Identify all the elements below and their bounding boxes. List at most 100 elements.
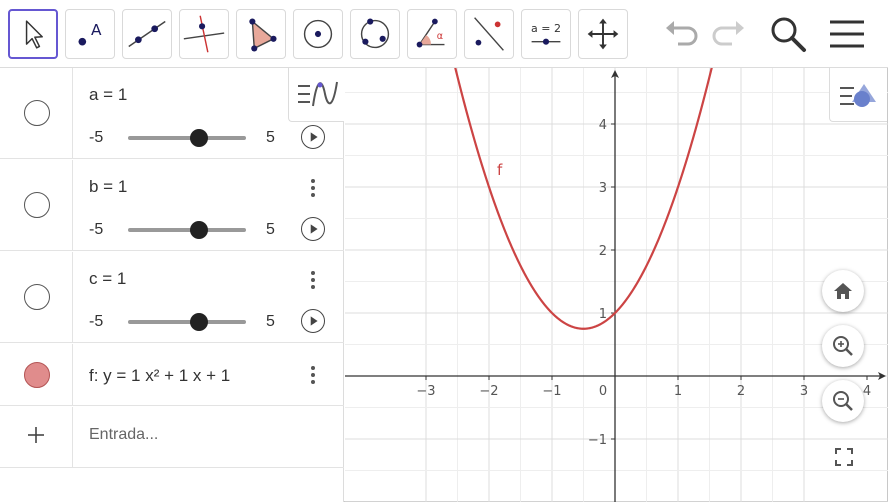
x-tick-label: −1 bbox=[542, 384, 561, 399]
polygon-tool-button[interactable] bbox=[236, 9, 286, 59]
perpendicular-icon bbox=[183, 15, 225, 53]
slider-thumb-c[interactable] bbox=[189, 313, 208, 331]
cursor-arrow-icon bbox=[25, 20, 43, 49]
visibility-toggle-b[interactable] bbox=[24, 192, 50, 218]
zoom-out-icon bbox=[833, 391, 853, 411]
move-arrows-icon bbox=[587, 18, 619, 50]
visibility-toggle-c[interactable] bbox=[24, 284, 50, 310]
x-tick-label: −3 bbox=[416, 384, 435, 399]
more-options-f[interactable] bbox=[304, 363, 322, 387]
reflect-tool-button[interactable] bbox=[464, 9, 514, 59]
more-options-b[interactable] bbox=[304, 176, 322, 200]
play-icon bbox=[310, 316, 318, 326]
home-icon bbox=[834, 283, 852, 299]
x-tick-label: 4 bbox=[863, 384, 871, 399]
slider-track-c[interactable] bbox=[128, 313, 246, 331]
home-button[interactable] bbox=[822, 270, 864, 312]
marker-column bbox=[0, 68, 73, 158]
svg-text:A: A bbox=[91, 21, 102, 39]
more-options-c[interactable] bbox=[304, 268, 322, 292]
play-button-c[interactable] bbox=[301, 309, 325, 333]
algebra-row-b[interactable]: b = 1 -5 5 bbox=[0, 160, 344, 251]
graphics-canvas[interactable]: −3 −2 −1 0 1 2 3 44321−1 f bbox=[345, 68, 888, 502]
slider-min-label: -5 bbox=[89, 221, 104, 238]
algebra-row-c[interactable]: c = 1 -5 5 bbox=[0, 252, 344, 343]
undo-button[interactable] bbox=[660, 12, 704, 56]
plus-icon[interactable] bbox=[26, 425, 46, 445]
move-graphics-tool-button[interactable] bbox=[578, 9, 628, 59]
marker-column bbox=[0, 344, 73, 405]
redo-icon bbox=[712, 21, 744, 46]
function-label[interactable]: f bbox=[497, 161, 503, 179]
zoom-out-button[interactable] bbox=[822, 380, 864, 422]
algebra-view: a = 1 -5 5 b = 1 -5 5 c = 1 -5 5 f: y = … bbox=[0, 68, 344, 502]
slider-definition[interactable]: b = 1 bbox=[89, 177, 127, 197]
point-icon: A bbox=[78, 21, 102, 46]
algebra-input-field[interactable]: Entrada... bbox=[89, 426, 158, 444]
zoom-in-button[interactable] bbox=[822, 325, 864, 367]
redo-button[interactable] bbox=[706, 12, 750, 56]
toolbar: A α a = 2 bbox=[0, 0, 888, 68]
slider-max-label: 5 bbox=[266, 129, 275, 146]
slider-min-label: -5 bbox=[89, 313, 104, 330]
algebra-view-toggle-button[interactable] bbox=[288, 68, 344, 122]
graphics-style-icon bbox=[840, 84, 876, 107]
undo-icon bbox=[666, 21, 698, 46]
search-icon bbox=[771, 17, 806, 52]
fullscreen-button[interactable] bbox=[824, 437, 864, 477]
visibility-toggle-f[interactable] bbox=[24, 362, 50, 388]
algebra-row-function[interactable]: f: y = 1 x² + 1 x + 1 bbox=[0, 344, 344, 406]
fullscreen-icon bbox=[835, 448, 853, 466]
circle-icon bbox=[303, 19, 333, 49]
tick-labels: −3 −2 −1 0 1 2 3 44321−1 bbox=[416, 118, 871, 448]
slider-thumb-a[interactable] bbox=[189, 129, 208, 147]
graphics-style-toggle-button[interactable] bbox=[829, 68, 887, 122]
point-tool-button[interactable]: A bbox=[65, 9, 115, 59]
y-tick-label: −1 bbox=[588, 433, 607, 448]
circle-center-point-tool-button[interactable] bbox=[293, 9, 343, 59]
x-tick-label: 1 bbox=[674, 384, 682, 399]
angle-icon: α bbox=[416, 18, 445, 48]
algebra-graph-icon bbox=[298, 81, 338, 107]
x-tick-label: 3 bbox=[800, 384, 808, 399]
y-tick-label: 3 bbox=[599, 181, 607, 196]
grid bbox=[345, 68, 888, 502]
slider-track-a[interactable] bbox=[128, 129, 246, 147]
x-tick-label: 0 bbox=[599, 384, 607, 399]
visibility-toggle-a[interactable] bbox=[24, 100, 50, 126]
x-tick-label: 2 bbox=[737, 384, 745, 399]
marker-column bbox=[0, 160, 73, 250]
marker-column bbox=[0, 407, 73, 467]
slider-max-label: 5 bbox=[266, 313, 275, 330]
slider-icon bbox=[531, 38, 561, 45]
slider-thumb-b[interactable] bbox=[189, 221, 208, 239]
circle-three-points-icon bbox=[360, 18, 390, 49]
line-tool-button[interactable] bbox=[122, 9, 172, 59]
perpendicular-line-tool-button[interactable] bbox=[179, 9, 229, 59]
play-button-b[interactable] bbox=[301, 217, 325, 241]
line-icon bbox=[128, 20, 166, 48]
function-definition[interactable]: f: y = 1 x² + 1 x + 1 bbox=[89, 366, 230, 386]
slider-tool-button[interactable]: a = 2 bbox=[521, 9, 571, 59]
angle-tool-button[interactable]: α bbox=[407, 9, 457, 59]
play-button-a[interactable] bbox=[301, 125, 325, 149]
marker-column bbox=[0, 252, 73, 342]
search-button[interactable] bbox=[766, 12, 810, 56]
slider-definition[interactable]: a = 1 bbox=[89, 85, 127, 105]
reflect-icon bbox=[474, 17, 504, 51]
algebra-input-row[interactable]: Entrada... bbox=[0, 407, 344, 468]
graphics-view[interactable]: −3 −2 −1 0 1 2 3 4 4 3 2 1 −1 f bbox=[345, 68, 888, 502]
x-tick-label: −2 bbox=[479, 384, 498, 399]
slider-min-label: -5 bbox=[89, 129, 104, 146]
play-icon bbox=[310, 224, 318, 234]
menu-button[interactable] bbox=[826, 12, 870, 56]
slider-track-b[interactable] bbox=[128, 221, 246, 239]
slider-definition[interactable]: c = 1 bbox=[89, 269, 126, 289]
zoom-in-icon bbox=[833, 336, 853, 356]
move-tool-button[interactable] bbox=[8, 9, 58, 59]
slider-max-label: 5 bbox=[266, 221, 275, 238]
play-icon bbox=[310, 132, 318, 142]
y-tick-label: 4 bbox=[599, 118, 607, 133]
circle-three-points-tool-button[interactable] bbox=[350, 9, 400, 59]
hamburger-menu-icon bbox=[830, 20, 864, 48]
